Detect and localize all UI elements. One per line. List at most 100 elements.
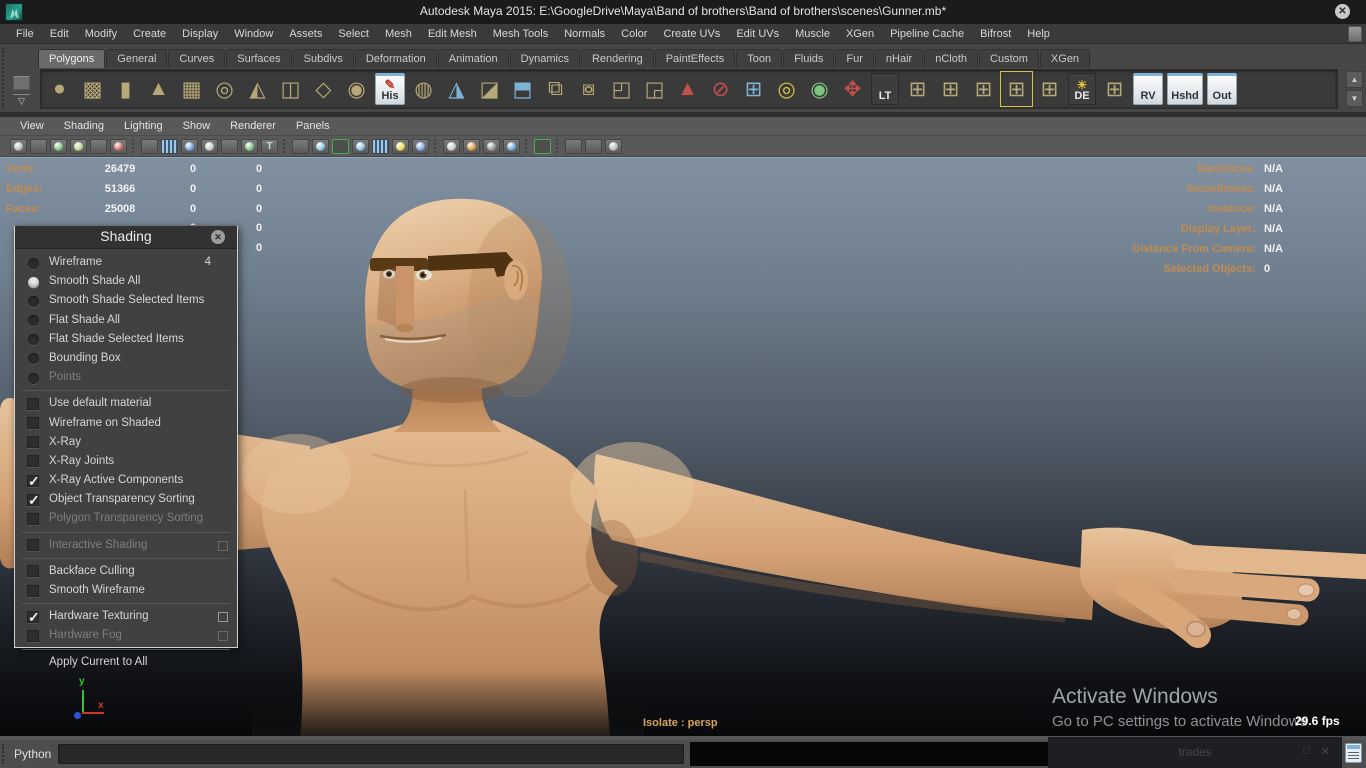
option-box-icon[interactable] <box>218 540 228 551</box>
multi-cut-icon[interactable]: ◪ <box>473 71 506 107</box>
poly-pipe-icon[interactable]: ◫ <box>274 71 307 107</box>
de-button[interactable]: ☀ DE <box>1068 73 1096 105</box>
menu-modify[interactable]: Modify <box>77 24 125 44</box>
cylindrical-mapping-icon[interactable]: ⊞ <box>967 71 1000 107</box>
shelf-dropdown-icon[interactable]: ▽ <box>13 94 30 107</box>
menu-item-hardware-texturing[interactable]: Hardware Texturing <box>15 607 237 627</box>
menu-display[interactable]: Display <box>174 24 226 44</box>
shelf-scroll-up-icon[interactable]: ▲ <box>1346 71 1363 88</box>
panel-menu-renderer[interactable]: Renderer <box>220 120 286 132</box>
sculpt-tool-icon[interactable]: ⊘ <box>704 71 737 107</box>
poly-cone-icon[interactable]: ▲ <box>142 71 175 107</box>
shelf-tab-polygons[interactable]: Polygons <box>38 49 106 68</box>
sphere-manipulator-icon[interactable]: ◉ <box>803 71 836 107</box>
shelf-tab-painteffects[interactable]: PaintEffects <box>654 49 736 68</box>
menu-color[interactable]: Color <box>613 24 655 44</box>
hold-ui-icon[interactable] <box>1348 26 1362 42</box>
extrude-icon[interactable]: ⬒ <box>506 71 539 107</box>
move-snap-icon[interactable]: ✥ <box>836 71 869 107</box>
construction-history-button[interactable]: ✎ His <box>375 73 405 105</box>
select-camera-icon[interactable] <box>10 138 27 154</box>
poly-torus-icon[interactable]: ◎ <box>208 71 241 107</box>
combine-icon[interactable]: ⧇ <box>572 71 605 107</box>
shaded-display-icon[interactable] <box>312 138 329 154</box>
menu-create-uvs[interactable]: Create UVs <box>655 24 728 44</box>
smooth-mesh-icon[interactable]: ◉ <box>340 71 373 107</box>
panel-menu-lighting[interactable]: Lighting <box>114 120 173 132</box>
safe-title-icon[interactable]: T <box>261 138 278 154</box>
menu-item-xray[interactable]: X-Ray <box>15 433 237 452</box>
poly-cylinder-icon[interactable]: ▮ <box>109 71 142 107</box>
menu-item-flat-shade-selected[interactable]: Flat Shade Selected Items <box>15 330 237 349</box>
panel-menu-shading[interactable]: Shading <box>54 120 114 132</box>
menu-help[interactable]: Help <box>1019 24 1058 44</box>
grease-pencil-icon[interactable] <box>110 138 127 154</box>
poly-sphere-icon[interactable]: ● <box>43 71 76 107</box>
ambient-occlusion-icon[interactable] <box>463 138 480 154</box>
planar-mapping-y-icon[interactable]: ⊞ <box>1000 71 1033 107</box>
panel-menu-view[interactable]: View <box>10 120 54 132</box>
panel-menu-show[interactable]: Show <box>173 120 221 132</box>
gate-mask-icon[interactable] <box>201 138 218 154</box>
menu-bifrost[interactable]: Bifrost <box>972 24 1019 44</box>
command-input[interactable] <box>58 744 684 764</box>
bookmarks-icon[interactable] <box>50 138 67 154</box>
auto-mapping-icon[interactable]: ⊞ <box>934 71 967 107</box>
camera-attributes-icon[interactable] <box>30 138 47 154</box>
window-close-icon[interactable]: ✕ <box>1335 4 1350 19</box>
menu-xgen[interactable]: XGen <box>838 24 882 44</box>
use-all-lights-icon[interactable] <box>372 138 389 154</box>
close-icon[interactable]: ✕ <box>211 230 225 244</box>
film-gate-icon[interactable] <box>161 138 178 154</box>
quad-draw-icon[interactable]: ◇ <box>307 71 340 107</box>
menu-mesh-tools[interactable]: Mesh Tools <box>485 24 556 44</box>
image-plane-icon[interactable] <box>70 138 87 154</box>
lattice-icon[interactable]: ⊞ <box>737 71 770 107</box>
menu-create[interactable]: Create <box>125 24 174 44</box>
menu-item-wireframe-on-shaded[interactable]: Wireframe on Shaded <box>15 414 237 433</box>
poly-plane-icon[interactable]: ▦ <box>175 71 208 107</box>
planar-mapping-icon[interactable]: ⊞ <box>901 71 934 107</box>
menu-item-bounding-box[interactable]: Bounding Box <box>15 349 237 368</box>
textured-display-icon[interactable] <box>352 138 369 154</box>
menu-edit-uvs[interactable]: Edit UVs <box>728 24 787 44</box>
menu-item-object-transparency-sorting[interactable]: Object Transparency Sorting <box>15 490 237 510</box>
option-box-icon[interactable] <box>218 631 228 642</box>
menu-pipeline-cache[interactable]: Pipeline Cache <box>882 24 972 44</box>
depth-of-field-icon[interactable] <box>503 138 520 154</box>
menu-item-apply-current-to-all[interactable]: Apply Current to All <box>15 653 237 672</box>
menu-item-wireframe[interactable]: Wireframe 4 <box>15 253 237 272</box>
shelf-tab-custom[interactable]: Custom <box>979 49 1039 68</box>
menu-edit-mesh[interactable]: Edit Mesh <box>420 24 485 44</box>
menu-item-xray-joints[interactable]: X-Ray Joints <box>15 452 237 471</box>
menu-item-use-default-material[interactable]: Use default material <box>15 394 237 413</box>
command-result-field[interactable] <box>690 742 1048 766</box>
pan-zoom-icon[interactable] <box>90 138 107 154</box>
safe-action-icon[interactable] <box>241 138 258 154</box>
shelf-tab-subdivs[interactable]: Subdivs <box>292 49 354 68</box>
no-lights-icon[interactable] <box>412 138 429 154</box>
wireframe-display-icon[interactable] <box>292 138 309 154</box>
poly-cube-icon[interactable]: ▩ <box>76 71 109 107</box>
command-language-label[interactable]: Python <box>14 747 51 761</box>
shadows-icon[interactable] <box>443 138 460 154</box>
menu-item-smooth-shade-selected[interactable]: Smooth Shade Selected Items <box>15 291 237 310</box>
outliner-button[interactable]: Out <box>1207 73 1237 105</box>
shelf-tab-curves[interactable]: Curves <box>168 49 226 68</box>
shelf-menu-button[interactable] <box>13 76 30 90</box>
default-material-icon[interactable] <box>332 138 349 154</box>
menu-item-xray-active-components[interactable]: X-Ray Active Components <box>15 471 237 491</box>
field-chart-icon[interactable] <box>221 138 238 154</box>
menu-item-smooth-wireframe[interactable]: Smooth Wireframe <box>15 581 237 600</box>
shelf-tab-nhair[interactable]: nHair <box>874 49 924 68</box>
maximize-icon[interactable]: □ <box>1303 745 1310 757</box>
script-editor-button[interactable] <box>1345 743 1362 763</box>
shelf-drag-handle[interactable] <box>2 48 7 108</box>
menu-file[interactable]: File <box>8 24 42 44</box>
shading-panel-titlebar[interactable]: Shading ✕ <box>15 226 237 249</box>
motion-blur-icon[interactable] <box>483 138 500 154</box>
share-view-icon[interactable] <box>605 138 622 154</box>
menu-item-backface-culling[interactable]: Backface Culling <box>15 562 237 581</box>
menu-mesh[interactable]: Mesh <box>377 24 420 44</box>
shelf-tab-dynamics[interactable]: Dynamics <box>509 49 580 68</box>
